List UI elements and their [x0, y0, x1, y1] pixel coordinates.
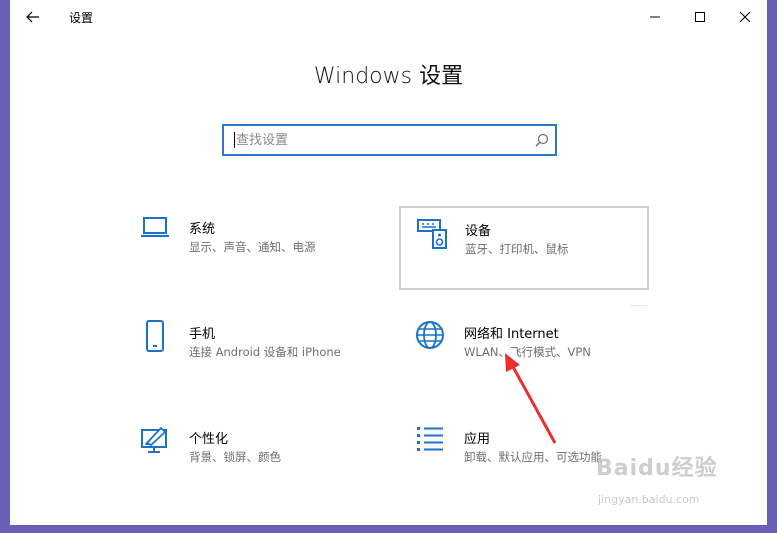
divider	[630, 305, 647, 306]
tile-title: 个性化	[189, 432, 229, 447]
tile-description: 背景、锁屏、颜色	[189, 450, 281, 464]
maximize-button[interactable]	[677, 0, 723, 34]
close-icon	[740, 12, 750, 22]
minimize-button[interactable]	[632, 0, 678, 34]
tile-description: 卸载、默认应用、可选功能	[464, 450, 602, 464]
globe-icon	[410, 319, 450, 359]
arrow-left-icon	[26, 11, 39, 23]
tile-title: 系统	[189, 222, 216, 237]
keyboard-speaker-icon	[413, 218, 453, 258]
settings-window: 设置 Windows 设置 系统 显示、声音、通知、电源	[10, 0, 767, 525]
tile-description: 显示、声音、通知、电源	[189, 240, 316, 254]
tile-system[interactable]: 系统 显示、声音、通知、电源	[135, 206, 383, 288]
tile-phone[interactable]: 手机 连接 Android 设备和 iPhone	[135, 311, 383, 393]
apps-list-icon	[410, 424, 450, 464]
tile-description: 连接 Android 设备和 iPhone	[189, 345, 341, 359]
tile-title: 网络和 Internet	[464, 327, 559, 342]
tile-title: 应用	[464, 432, 491, 447]
window-title: 设置	[69, 11, 94, 25]
tile-personalization[interactable]: 个性化 背景、锁屏、颜色	[135, 416, 383, 498]
paint-brush-icon	[135, 424, 175, 464]
text-caret	[234, 132, 235, 148]
search-box[interactable]	[222, 124, 557, 156]
phone-icon	[135, 319, 175, 359]
tile-title: 手机	[189, 327, 216, 342]
tile-title: 设备	[465, 224, 492, 239]
tile-devices[interactable]: 设备 蓝牙、打印机、鼠标	[399, 206, 649, 290]
tile-description: WLAN、飞行模式、VPN	[464, 345, 591, 359]
tile-apps[interactable]: 应用 卸载、默认应用、可选功能	[410, 416, 658, 498]
search-input[interactable]	[236, 126, 526, 154]
page-title: Windows 设置	[313, 64, 464, 89]
minimize-icon	[650, 16, 660, 18]
tile-description: 蓝牙、打印机、鼠标	[465, 242, 569, 256]
laptop-icon	[135, 214, 175, 254]
close-button[interactable]	[722, 0, 767, 34]
maximize-icon	[695, 12, 705, 22]
back-button[interactable]	[16, 4, 50, 30]
search-icon[interactable]	[535, 133, 549, 147]
title-bar: 设置	[10, 0, 767, 34]
tile-network-internet[interactable]: 网络和 Internet WLAN、飞行模式、VPN	[410, 311, 658, 393]
